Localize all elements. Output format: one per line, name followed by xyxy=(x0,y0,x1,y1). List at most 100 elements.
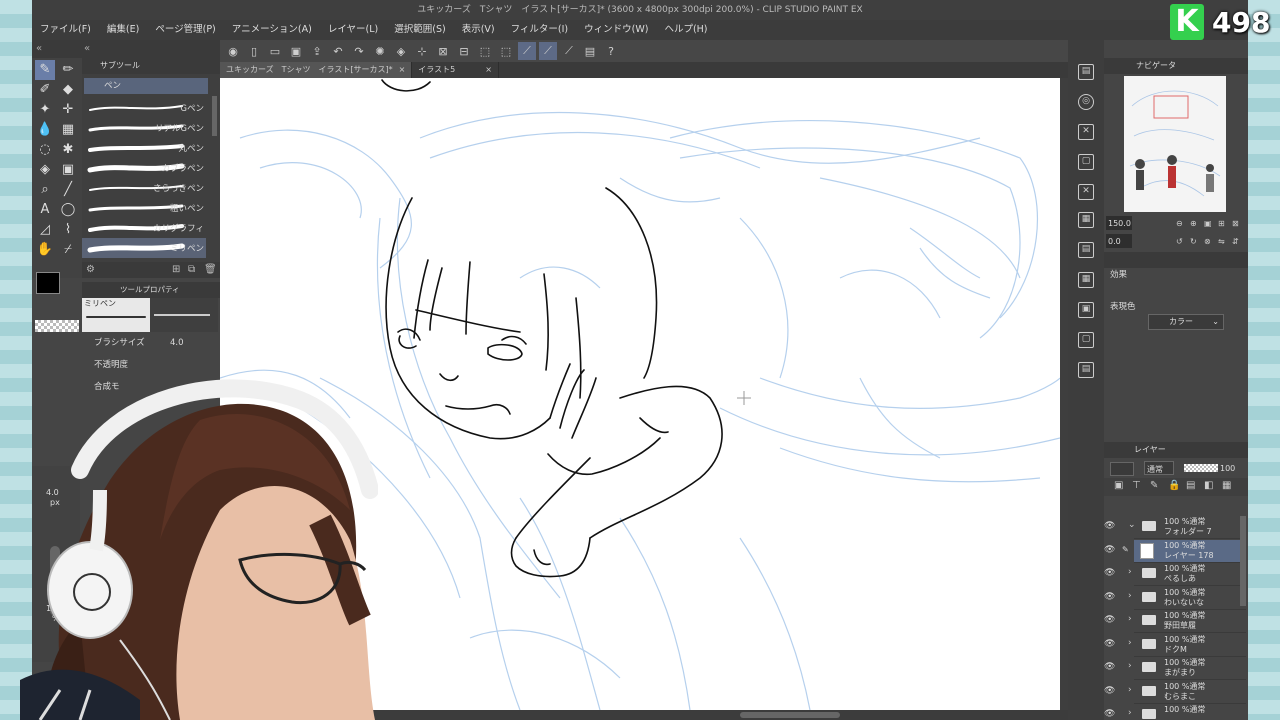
color-set-icon[interactable]: ▦ xyxy=(1078,212,1094,228)
transform-icon[interactable]: ⊹ xyxy=(413,42,431,60)
layer-row[interactable]: 👁 ⌄ 100 %通常 フォルダー 7 xyxy=(1104,516,1246,539)
redo-icon[interactable]: ↷ xyxy=(350,42,368,60)
pencil-tool-icon[interactable]: ✏ xyxy=(58,60,78,80)
hand-tool-icon[interactable]: ✋ xyxy=(35,240,55,260)
help-icon[interactable]: ? xyxy=(602,42,620,60)
gradient-tool-icon[interactable]: ▣ xyxy=(58,160,78,180)
brush-item[interactable]: リアルGペン xyxy=(82,118,206,138)
decoration-tool-icon[interactable]: ✦ xyxy=(35,100,55,120)
balloon-tool-icon[interactable]: ◯ xyxy=(58,200,78,220)
fill-icon[interactable]: ◈ xyxy=(392,42,410,60)
flip-h-icon[interactable]: ⇋ xyxy=(1218,234,1225,250)
reset-rotation-icon[interactable]: ⊗ xyxy=(1204,234,1211,250)
timeline-icon[interactable]: ▤ xyxy=(1078,362,1094,378)
brush-list-scrollbar[interactable] xyxy=(212,96,217,136)
brush-item[interactable]: 粗いペン xyxy=(82,198,206,218)
chevron-right-icon[interactable]: › xyxy=(1128,591,1132,601)
deselect-icon[interactable]: ⬚ xyxy=(476,42,494,60)
navigator-preview[interactable] xyxy=(1124,76,1226,212)
layer-property-icon[interactable]: ✕ xyxy=(1078,124,1094,140)
mask-icon[interactable]: ◧ xyxy=(1204,480,1213,491)
menu-window[interactable]: ウィンドウ(W) xyxy=(576,20,656,40)
brush-tool-icon[interactable]: ✐ xyxy=(35,80,55,100)
cut-icon[interactable]: ⊟ xyxy=(455,42,473,60)
snap-special-icon[interactable]: ⟋ xyxy=(539,42,557,60)
layer-list-scrollbar[interactable] xyxy=(1240,516,1246,606)
rotate-left-icon[interactable]: ↺ xyxy=(1176,234,1183,250)
menu-view[interactable]: 表示(V) xyxy=(454,20,503,40)
layer-opacity[interactable]: 100 xyxy=(1220,461,1235,477)
color-mode-select[interactable]: カラー ⌄ xyxy=(1148,314,1224,330)
flip-v-icon[interactable]: ⇵ xyxy=(1232,234,1239,250)
chevron-right-icon[interactable]: › xyxy=(1128,614,1132,624)
crop-icon[interactable]: ⬚ xyxy=(497,42,515,60)
eye-icon[interactable]: 👁 xyxy=(1104,662,1116,672)
brush-item[interactable]: Gペン xyxy=(82,98,206,118)
snap-ruler-icon[interactable]: ⟋ xyxy=(518,42,536,60)
export-icon[interactable]: ⇪ xyxy=(308,42,326,60)
history-icon[interactable]: ▤ xyxy=(1078,242,1094,258)
blend-dropdown[interactable] xyxy=(1110,462,1134,476)
menu-animation[interactable]: アニメーション(A) xyxy=(224,20,320,40)
settings-icon[interactable]: ⚙ xyxy=(86,264,95,275)
line-tool-icon[interactable]: ╱ xyxy=(58,180,78,200)
ruler-tool-icon[interactable]: ◿ xyxy=(35,220,55,240)
move-tool-icon[interactable]: ✛ xyxy=(58,100,78,120)
flip-icon[interactable]: ⊠ xyxy=(1232,216,1239,232)
brush-item[interactable]: カブラペン xyxy=(82,158,206,178)
auto-action-icon[interactable]: ▦ xyxy=(1078,272,1094,288)
item-bank-icon[interactable]: ▣ xyxy=(1078,302,1094,318)
layer-row[interactable]: 👁 › 100 %通常 野田草履 xyxy=(1104,610,1246,633)
chevron-right-icon[interactable]: › xyxy=(1128,708,1132,718)
layer-row[interactable]: 👁 › 100 %通常 わいないな xyxy=(1104,587,1246,610)
brush-item[interactable]: カリグラフィ xyxy=(82,218,206,238)
eraser-tool-icon[interactable]: ◆ xyxy=(58,80,78,100)
rotate-right-icon[interactable]: ↻ xyxy=(1190,234,1197,250)
menu-layer[interactable]: レイヤー(L) xyxy=(320,20,386,40)
magic-wand-icon[interactable]: ✱ xyxy=(58,140,78,160)
brush-size-row[interactable]: ブラシサイズ 4.0 xyxy=(82,334,220,352)
brush-item[interactable]: さらっきペン xyxy=(82,178,206,198)
zoom-out-icon[interactable]: ⊖ xyxy=(1176,216,1183,232)
menu-selection[interactable]: 選択範囲(S) xyxy=(386,20,453,40)
reference-icon[interactable]: ⊤ xyxy=(1132,480,1141,491)
eye-icon[interactable]: 👁 xyxy=(1104,615,1116,625)
save-icon[interactable]: ▣ xyxy=(287,42,305,60)
layer-row[interactable]: 👁 › 100 %通常 xyxy=(1104,704,1246,720)
lock-icon[interactable]: 🔒 xyxy=(1168,480,1180,491)
eyedropper-tool-icon[interactable]: ⌿ xyxy=(58,240,78,260)
layer-row[interactable]: 👁 › 100 %通常 ドクM xyxy=(1104,634,1246,657)
loading-icon[interactable]: ✺ xyxy=(371,42,389,60)
eye-icon[interactable]: 👁 xyxy=(1104,568,1116,578)
add-icon[interactable]: ⊞ xyxy=(172,264,180,275)
eye-icon[interactable]: 👁 xyxy=(1104,686,1116,696)
fit-screen-icon[interactable]: ⊞ xyxy=(1218,216,1225,232)
new-file-icon[interactable]: ▯ xyxy=(245,42,263,60)
layer-blend-mode[interactable]: 通常 xyxy=(1144,461,1174,475)
menu-help[interactable]: ヘルプ(H) xyxy=(656,20,715,40)
open-file-icon[interactable]: ▭ xyxy=(266,42,284,60)
eye-icon[interactable]: 👁 xyxy=(1104,521,1116,531)
brush-item[interactable]: ミリペン xyxy=(82,238,206,258)
draft-icon[interactable]: ✎ xyxy=(1150,480,1158,491)
chevron-right-icon[interactable]: › xyxy=(1128,685,1132,695)
chevron-down-icon[interactable]: ⌄ xyxy=(1128,520,1136,530)
fit-icon[interactable]: ▣ xyxy=(1204,216,1212,232)
chevron-right-icon[interactable]: › xyxy=(1128,638,1132,648)
zoom-tool-icon[interactable]: ⌕ xyxy=(35,180,55,200)
collapse-icon[interactable]: « xyxy=(36,43,42,54)
zoom-value[interactable]: 150.0 xyxy=(1106,216,1132,230)
copy-icon[interactable]: ⧉ xyxy=(188,264,195,275)
trash-icon[interactable]: 🗑 xyxy=(204,264,217,275)
collapse-icon[interactable]: « xyxy=(84,43,90,54)
rotate-value[interactable]: 0.0 xyxy=(1106,234,1132,248)
zoom-in-icon[interactable]: ⊕ xyxy=(1190,216,1197,232)
eye-icon[interactable]: 👁 xyxy=(1104,709,1116,719)
blend-tool-icon[interactable]: 💧 xyxy=(35,120,55,140)
brush-item[interactable]: 丸ペン xyxy=(82,138,206,158)
menu-edit[interactable]: 編集(E) xyxy=(99,20,147,40)
chevron-right-icon[interactable]: › xyxy=(1128,661,1132,671)
transparent-color-swatch[interactable] xyxy=(35,320,79,332)
chevron-right-icon[interactable]: › xyxy=(1128,567,1132,577)
animation-icon[interactable]: ▢ xyxy=(1078,332,1094,348)
